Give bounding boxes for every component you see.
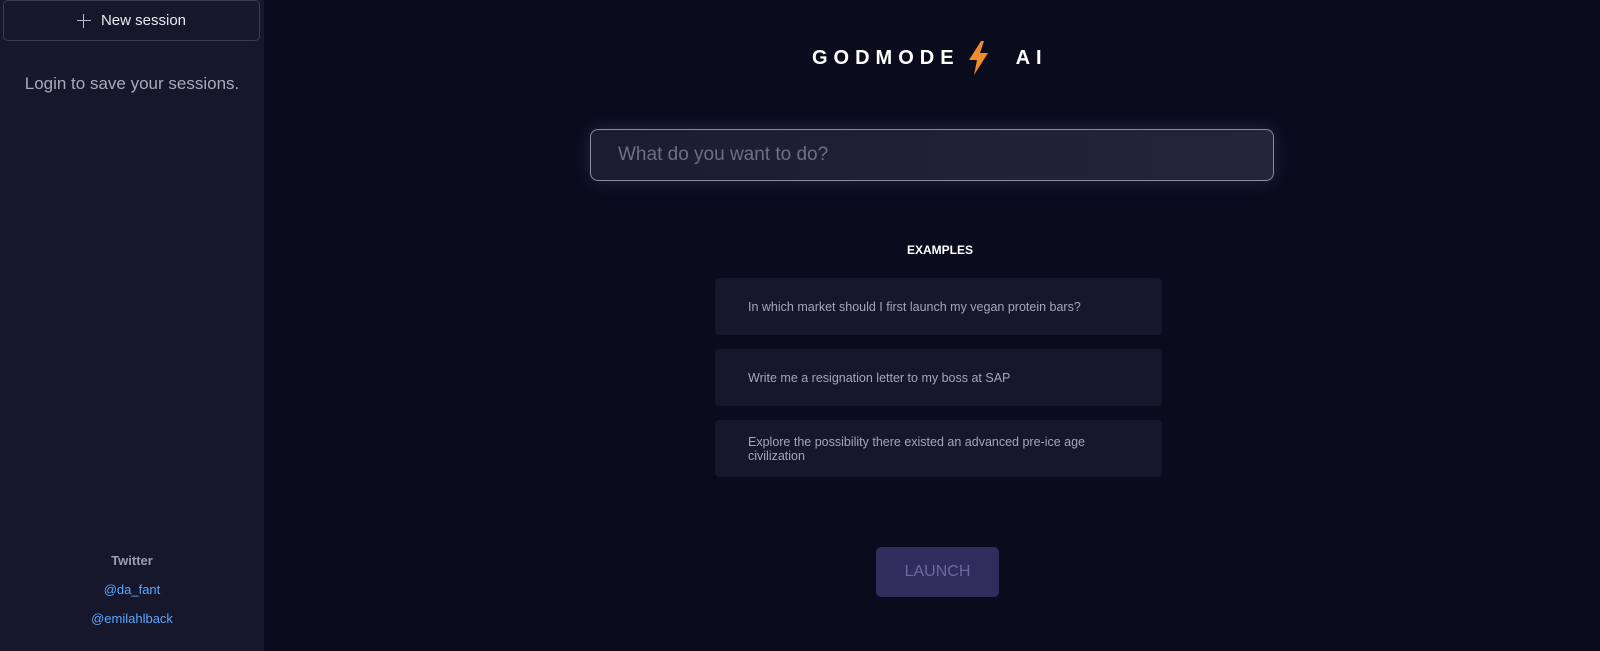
examples-title: EXAMPLES: [907, 243, 974, 257]
social-title: Twitter: [111, 553, 153, 568]
social-link-da-fant[interactable]: @da_fant: [0, 582, 264, 597]
launch-button[interactable]: LAUNCH: [876, 547, 999, 597]
new-session-button[interactable]: New session: [3, 0, 260, 41]
example-item[interactable]: Explore the possibility there existed an…: [715, 420, 1162, 477]
plus-icon: [76, 13, 91, 28]
lightning-bolt-icon: [966, 40, 992, 76]
sidebar: New session Login to save your sessions.…: [0, 0, 264, 651]
example-item[interactable]: Write me a resignation letter to my boss…: [715, 349, 1162, 406]
app-logo: GODMODE AI: [812, 40, 1048, 76]
prompt-box: [590, 129, 1274, 181]
app: New session Login to save your sessions.…: [0, 0, 1600, 651]
new-session-label: New session: [100, 12, 187, 29]
prompt-input[interactable]: [616, 143, 1248, 167]
login-hint: Login to save your sessions.: [24, 74, 240, 93]
main-content: GODMODE AI EXAMPLES In which market shou…: [264, 0, 1600, 651]
logo-text-right: AI: [1015, 46, 1048, 69]
social-link-emilahlback[interactable]: @emilahlback: [0, 611, 264, 626]
logo-text-left: GODMODE: [812, 46, 960, 69]
social-section: Twitter @da_fant @emilahlback: [0, 553, 264, 640]
example-item[interactable]: In which market should I first launch my…: [715, 278, 1162, 335]
